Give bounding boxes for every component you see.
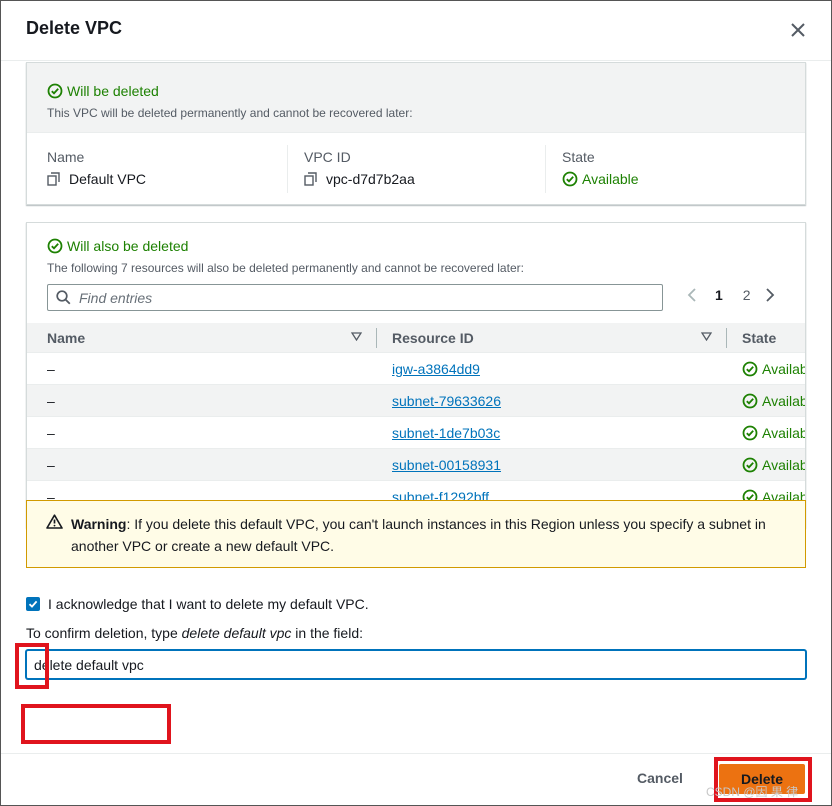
vpc-state-label: State xyxy=(562,149,595,165)
table-row: – subnet-1de7b03c Availab xyxy=(27,417,806,449)
vpc-id-value: vpc-d7d7b2aa xyxy=(304,171,415,187)
search-input[interactable] xyxy=(79,289,639,306)
vpc-id-field: VPC ID vpc-d7d7b2aa xyxy=(304,149,415,199)
vpc-name-value: Default VPC xyxy=(47,171,146,187)
watermark: CSDN @因 果 律 xyxy=(706,785,799,799)
acknowledge-label[interactable]: I acknowledge that I want to delete my d… xyxy=(48,596,369,612)
vpc-id-text: vpc-d7d7b2aa xyxy=(326,171,415,187)
resource-id-link[interactable]: igw-a3864dd9 xyxy=(392,361,480,377)
find-entries-search[interactable] xyxy=(47,284,663,311)
close-button[interactable] xyxy=(785,17,811,43)
chevron-left-icon[interactable] xyxy=(687,288,697,302)
row-name: – xyxy=(47,457,55,473)
vpc-name-field: Name Default VPC xyxy=(47,149,146,199)
page-2[interactable]: 2 xyxy=(743,287,751,303)
column-state[interactable]: State xyxy=(742,330,776,346)
dialog-title: Delete VPC xyxy=(26,18,123,38)
resource-id-link[interactable]: subnet-00158931 xyxy=(392,457,501,473)
confirm-label-prefix: To confirm deletion, type xyxy=(26,625,182,641)
resource-id-link[interactable]: subnet-79633626 xyxy=(392,393,501,409)
check-circle-icon xyxy=(742,425,758,441)
will-be-deleted-title-text: Will be deleted xyxy=(67,83,159,99)
dialog-header: Delete VPC xyxy=(1,1,831,61)
check-circle-icon xyxy=(562,171,578,187)
acknowledge-checkbox[interactable] xyxy=(26,597,40,611)
row-state-text: Availab xyxy=(762,457,806,473)
warning-alert: Warning: If you delete this default VPC,… xyxy=(26,500,806,568)
table-row: – subnet-79633626 Availab xyxy=(27,385,806,417)
vpc-state-value: Available xyxy=(562,171,639,187)
vpc-state-text: Available xyxy=(582,171,639,187)
sort-caret-icon[interactable] xyxy=(701,332,712,341)
vpc-name-label: Name xyxy=(47,149,85,165)
row-name: – xyxy=(47,361,55,377)
warning-label: Warning xyxy=(71,516,127,532)
check-circle-icon xyxy=(742,361,758,377)
column-divider[interactable] xyxy=(376,328,377,348)
chevron-right-icon[interactable] xyxy=(765,288,775,302)
row-state: Availab xyxy=(742,361,806,377)
will-be-deleted-description: This VPC will be deleted permanently and… xyxy=(47,106,413,120)
row-state-text: Availab xyxy=(762,393,806,409)
also-deleted-panel: Will also be deleted The following 7 res… xyxy=(26,222,806,528)
also-deleted-title-text: Will also be deleted xyxy=(67,238,189,254)
cancel-button[interactable]: Cancel xyxy=(637,770,683,786)
pagination: 1 2 xyxy=(687,287,775,303)
checkmark-icon xyxy=(28,600,38,608)
vpc-name-text: Default VPC xyxy=(69,171,147,187)
table-header: Name Resource ID State xyxy=(27,323,805,353)
divider xyxy=(545,145,546,193)
row-name: – xyxy=(47,425,55,441)
will-be-deleted-panel: Will be deleted This VPC will be deleted… xyxy=(26,62,806,205)
also-deleted-title: Will also be deleted xyxy=(47,238,188,254)
check-circle-icon xyxy=(742,393,758,409)
row-state: Availab xyxy=(742,457,806,473)
delete-vpc-dialog: Delete VPC Will be deleted This VPC will… xyxy=(0,0,832,806)
confirm-deletion-input[interactable] xyxy=(26,650,806,679)
copy-icon[interactable] xyxy=(47,172,61,186)
check-circle-icon xyxy=(47,83,63,99)
vpc-state-field: State Available xyxy=(562,149,639,199)
row-state-text: Availab xyxy=(762,361,806,377)
row-state: Availab xyxy=(742,393,806,409)
row-state: Availab xyxy=(742,425,806,441)
page-1[interactable]: 1 xyxy=(715,287,723,303)
confirm-label: To confirm deletion, type delete default… xyxy=(26,625,363,641)
warning-message: Warning: If you delete this default VPC,… xyxy=(71,513,791,557)
table-row: – subnet-00158931 Availab xyxy=(27,449,806,481)
column-resource-id[interactable]: Resource ID xyxy=(392,330,474,346)
sort-caret-icon[interactable] xyxy=(351,332,362,341)
column-name[interactable]: Name xyxy=(47,330,85,346)
search-icon xyxy=(56,290,71,305)
row-name: – xyxy=(47,393,55,409)
row-state-text: Availab xyxy=(762,425,806,441)
acknowledge-row[interactable]: I acknowledge that I want to delete my d… xyxy=(26,596,369,612)
warning-body: : If you delete this default VPC, you ca… xyxy=(71,516,766,554)
also-deleted-description: The following 7 resources will also be d… xyxy=(47,261,524,275)
divider xyxy=(287,145,288,193)
vpc-id-label: VPC ID xyxy=(304,149,351,165)
column-divider[interactable] xyxy=(726,328,727,348)
table-row: – igw-a3864dd9 Availab xyxy=(27,353,806,385)
will-be-deleted-header: Will be deleted This VPC will be deleted… xyxy=(27,63,805,133)
will-be-deleted-title: Will be deleted xyxy=(47,83,159,99)
resource-id-link[interactable]: subnet-1de7b03c xyxy=(392,425,500,441)
copy-icon[interactable] xyxy=(304,172,318,186)
close-icon xyxy=(791,23,805,37)
highlight-box-input xyxy=(21,704,171,744)
confirm-phrase: delete default vpc xyxy=(181,625,292,641)
check-circle-icon xyxy=(742,457,758,473)
confirm-label-suffix: in the field: xyxy=(291,625,363,641)
check-circle-icon xyxy=(47,238,63,254)
warning-icon xyxy=(46,514,63,529)
